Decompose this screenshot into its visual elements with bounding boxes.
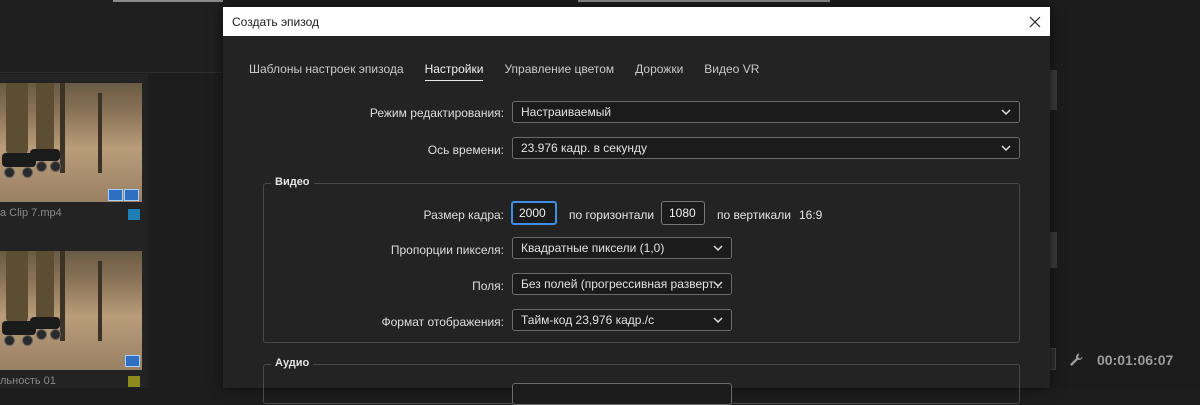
top-tab-underline-1 bbox=[113, 0, 223, 2]
horizontal-label: по горизонтали bbox=[569, 208, 655, 222]
dialog-tabs: Шаблоны настроек эпизода Настройки Управ… bbox=[249, 62, 780, 81]
video-group-title: Видео bbox=[271, 176, 314, 188]
clip-1-label-color bbox=[128, 209, 140, 220]
tab-color-management[interactable]: Управление цветом bbox=[504, 62, 614, 81]
timebase-select[interactable]: 23.976 кадр. в секунду bbox=[512, 137, 1020, 159]
sequence-icon bbox=[125, 355, 140, 367]
chevron-down-icon bbox=[713, 245, 723, 252]
dialog-title: Создать эпизод bbox=[232, 15, 320, 29]
display-format-select[interactable]: Тайм-код 23,976 кадр./с bbox=[512, 309, 732, 331]
pixel-aspect-value: Квадратные пиксели (1,0) bbox=[521, 241, 665, 255]
right-scrollbar[interactable] bbox=[1050, 70, 1057, 110]
chevron-down-icon bbox=[713, 281, 723, 288]
timebase-label: Ось времени: bbox=[427, 143, 504, 157]
audio-track-icon bbox=[124, 189, 139, 201]
chevron-down-icon bbox=[713, 317, 723, 324]
playhead-timecode[interactable]: 00:01:06:07 bbox=[1097, 352, 1173, 368]
video-track-icon bbox=[108, 189, 123, 201]
display-format-label: Формат отображения: bbox=[381, 315, 505, 329]
fields-value: Без полей (прогрессивная разверт... bbox=[521, 277, 723, 291]
right-scrollbar-2[interactable] bbox=[1050, 232, 1057, 268]
close-button[interactable] bbox=[1020, 7, 1050, 36]
clip-thumbnail-2[interactable] bbox=[0, 251, 142, 370]
wrench-icon[interactable] bbox=[1068, 352, 1084, 368]
fields-label: Поля: bbox=[472, 279, 504, 293]
clip-1-media-icons bbox=[108, 189, 139, 201]
tab-tracks[interactable]: Дорожки bbox=[635, 62, 683, 81]
tab-presets[interactable]: Шаблоны настроек эпизода bbox=[249, 62, 404, 81]
fields-select[interactable]: Без полей (прогрессивная разверт... bbox=[512, 273, 732, 295]
audio-select-partial[interactable] bbox=[512, 383, 732, 405]
right-panel bbox=[1050, 0, 1200, 388]
new-sequence-dialog: Создать эпизод Шаблоны настроек эпизода … bbox=[223, 7, 1050, 405]
close-icon bbox=[1029, 16, 1041, 27]
frame-height-input[interactable]: 1080 bbox=[661, 201, 705, 225]
clip-2-name: льность 01 bbox=[0, 375, 56, 387]
timebase-value: 23.976 кадр. в секунду bbox=[521, 141, 647, 155]
dialog-titlebar[interactable]: Создать эпизод bbox=[223, 7, 1050, 36]
pixel-aspect-select[interactable]: Квадратные пиксели (1,0) bbox=[512, 237, 732, 259]
editing-mode-label: Режим редактирования: bbox=[369, 106, 504, 120]
frame-width-input[interactable]: 2000 bbox=[511, 201, 557, 225]
frame-size-label: Размер кадра: bbox=[423, 208, 504, 222]
clip-2-sequence-icon bbox=[125, 355, 140, 367]
top-panel-left bbox=[0, 0, 222, 73]
tab-settings[interactable]: Настройки bbox=[424, 62, 484, 81]
clip-1-name: a Clip 7.mp4 bbox=[0, 207, 62, 219]
clip-thumbnail-1[interactable] bbox=[0, 83, 142, 202]
tab-vr-video[interactable]: Видео VR bbox=[704, 62, 759, 81]
vertical-label: по вертикали bbox=[717, 208, 791, 222]
clip-2-label-color bbox=[128, 376, 140, 387]
editing-mode-value: Настраиваемый bbox=[521, 105, 612, 119]
audio-group-title: Аудио bbox=[271, 357, 314, 369]
editing-mode-select[interactable]: Настраиваемый bbox=[512, 101, 1020, 123]
display-format-value: Тайм-код 23,976 кадр./с bbox=[521, 313, 655, 327]
pixel-aspect-label: Пропорции пикселя: bbox=[390, 243, 504, 257]
chevron-down-icon bbox=[1001, 109, 1011, 116]
aspect-ratio-label: 16:9 bbox=[799, 208, 823, 222]
chevron-down-icon bbox=[1001, 145, 1011, 152]
top-tab-underline-2 bbox=[578, 0, 830, 2]
